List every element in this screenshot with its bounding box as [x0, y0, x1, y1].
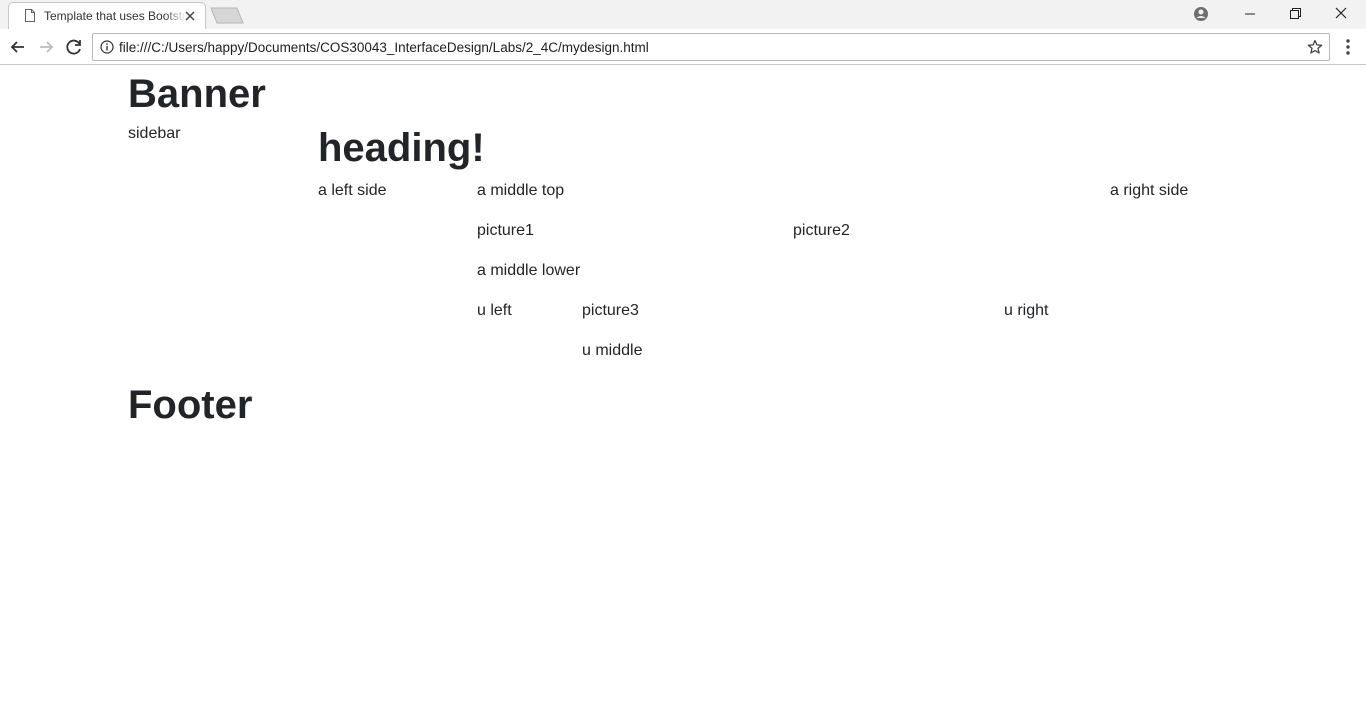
picture3-text: picture3: [582, 302, 639, 319]
window-close-icon[interactable]: [1329, 4, 1353, 24]
minimize-icon[interactable]: [1238, 4, 1262, 24]
browser-tab[interactable]: Template that uses Bootstrap: [8, 2, 206, 30]
middle-top-text: a middle top: [477, 182, 565, 199]
browser-toolbar: file:///C:/Users/happy/Documents/COS3004…: [0, 29, 1366, 65]
address-bar[interactable]: file:///C:/Users/happy/Documents/COS3004…: [92, 33, 1330, 61]
middle-lower-text: a middle lower: [477, 262, 581, 279]
kebab-menu-icon[interactable]: [1340, 37, 1356, 57]
footer-heading: Footer: [128, 383, 253, 427]
page-icon: [25, 9, 35, 22]
main-heading: heading!: [318, 126, 485, 170]
close-icon[interactable]: [184, 10, 196, 22]
forward-arrow-icon[interactable]: [36, 37, 56, 57]
right-side-text: a right side: [1110, 182, 1189, 199]
u-right-text: u right: [1004, 302, 1049, 319]
restore-icon[interactable]: [1283, 4, 1307, 24]
picture1-text: picture1: [477, 222, 534, 239]
sidebar-text: sidebar: [128, 125, 181, 142]
star-icon[interactable]: [1307, 39, 1323, 55]
u-left-text: u left: [477, 302, 512, 319]
reload-icon[interactable]: [64, 37, 84, 57]
profile-icon[interactable]: [1189, 4, 1213, 24]
back-arrow-icon[interactable]: [8, 37, 28, 57]
u-middle-text: u middle: [582, 342, 643, 359]
page-viewport: Banner sidebar heading! a left side a mi…: [0, 66, 1366, 728]
info-icon[interactable]: [100, 40, 114, 54]
url-text[interactable]: file:///C:/Users/happy/Documents/COS3004…: [119, 40, 649, 55]
banner-heading: Banner: [128, 72, 266, 116]
tab-title: Template that uses Bootstrap: [44, 9, 186, 23]
picture2-text: picture2: [793, 222, 850, 239]
new-tab-button[interactable]: [210, 7, 244, 24]
left-side-text: a left side: [318, 182, 387, 199]
tab-strip: Template that uses Bootstrap: [0, 0, 1366, 30]
